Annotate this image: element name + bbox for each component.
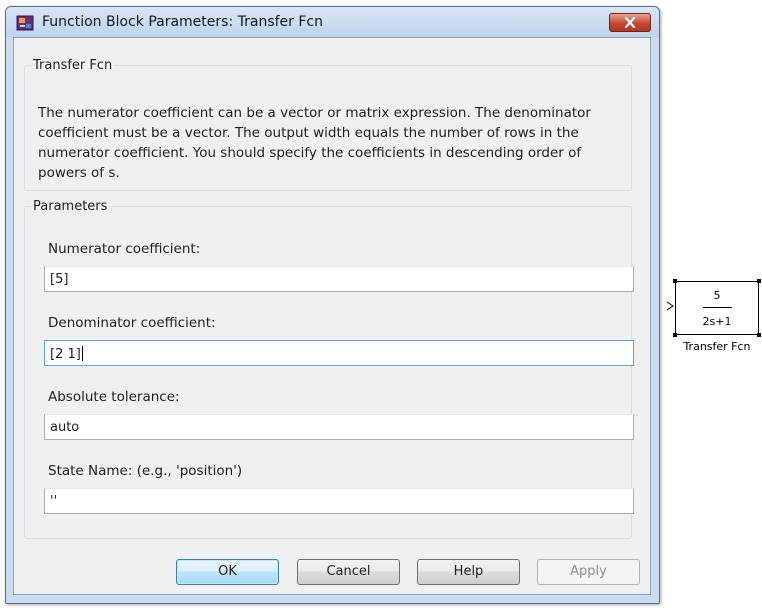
- resize-handle-bottom-right[interactable]: [757, 333, 761, 337]
- window-title: Function Block Parameters: Transfer Fcn: [42, 14, 323, 30]
- ok-button[interactable]: OK: [176, 559, 279, 585]
- fraction-bar: [703, 307, 732, 308]
- resize-handle-top-right[interactable]: [757, 279, 761, 283]
- abs-tolerance-value: auto: [50, 420, 80, 435]
- help-button[interactable]: Help: [417, 559, 520, 585]
- description-group-title: Transfer Fcn: [33, 58, 113, 73]
- close-icon: [624, 17, 636, 28]
- block-denominator: 2s+1: [702, 315, 732, 328]
- denominator-label: Denominator coefficient:: [48, 315, 216, 331]
- simulink-app-icon: [16, 15, 34, 31]
- state-name-field[interactable]: '': [44, 488, 634, 514]
- apply-button[interactable]: Apply: [537, 559, 640, 585]
- resize-handle-bottom-left[interactable]: [673, 333, 677, 337]
- parameters-group-title: Parameters: [33, 199, 108, 214]
- block-name-label[interactable]: Transfer Fcn: [671, 340, 762, 353]
- parameters-group: Parameters Numerator coefficient: [5] De…: [24, 199, 634, 539]
- close-button[interactable]: [609, 13, 651, 32]
- dialog-window: Function Block Parameters: Transfer Fcn …: [5, 6, 660, 604]
- text-caret: [81, 346, 83, 361]
- denominator-text: [2 1]: [50, 347, 81, 362]
- numerator-field[interactable]: [5]: [44, 266, 634, 292]
- abs-tolerance-field[interactable]: auto: [44, 414, 634, 440]
- abs-tolerance-label: Absolute tolerance:: [48, 389, 180, 405]
- title-bar[interactable]: Function Block Parameters: Transfer Fcn: [6, 7, 659, 37]
- numerator-value: [5]: [50, 272, 69, 287]
- denominator-value: [2 1]: [50, 346, 83, 362]
- block-description: The numerator coefficient can be a vecto…: [38, 105, 591, 181]
- transfer-fcn-block[interactable]: 5 2s+1: [675, 281, 759, 335]
- resize-handle-top-left[interactable]: [673, 279, 677, 283]
- dialog-content: Transfer Fcn The numerator coefficient c…: [13, 37, 651, 595]
- description-group: Transfer Fcn The numerator coefficient c…: [24, 58, 632, 191]
- numerator-label: Numerator coefficient:: [48, 241, 201, 257]
- state-name-label: State Name: (e.g., 'position'): [48, 463, 243, 479]
- block-numerator: 5: [713, 289, 721, 302]
- cancel-button[interactable]: Cancel: [297, 559, 400, 585]
- input-port-arrow-icon: [666, 301, 674, 311]
- denominator-field[interactable]: [2 1]: [44, 340, 634, 366]
- state-name-value: '': [50, 494, 58, 509]
